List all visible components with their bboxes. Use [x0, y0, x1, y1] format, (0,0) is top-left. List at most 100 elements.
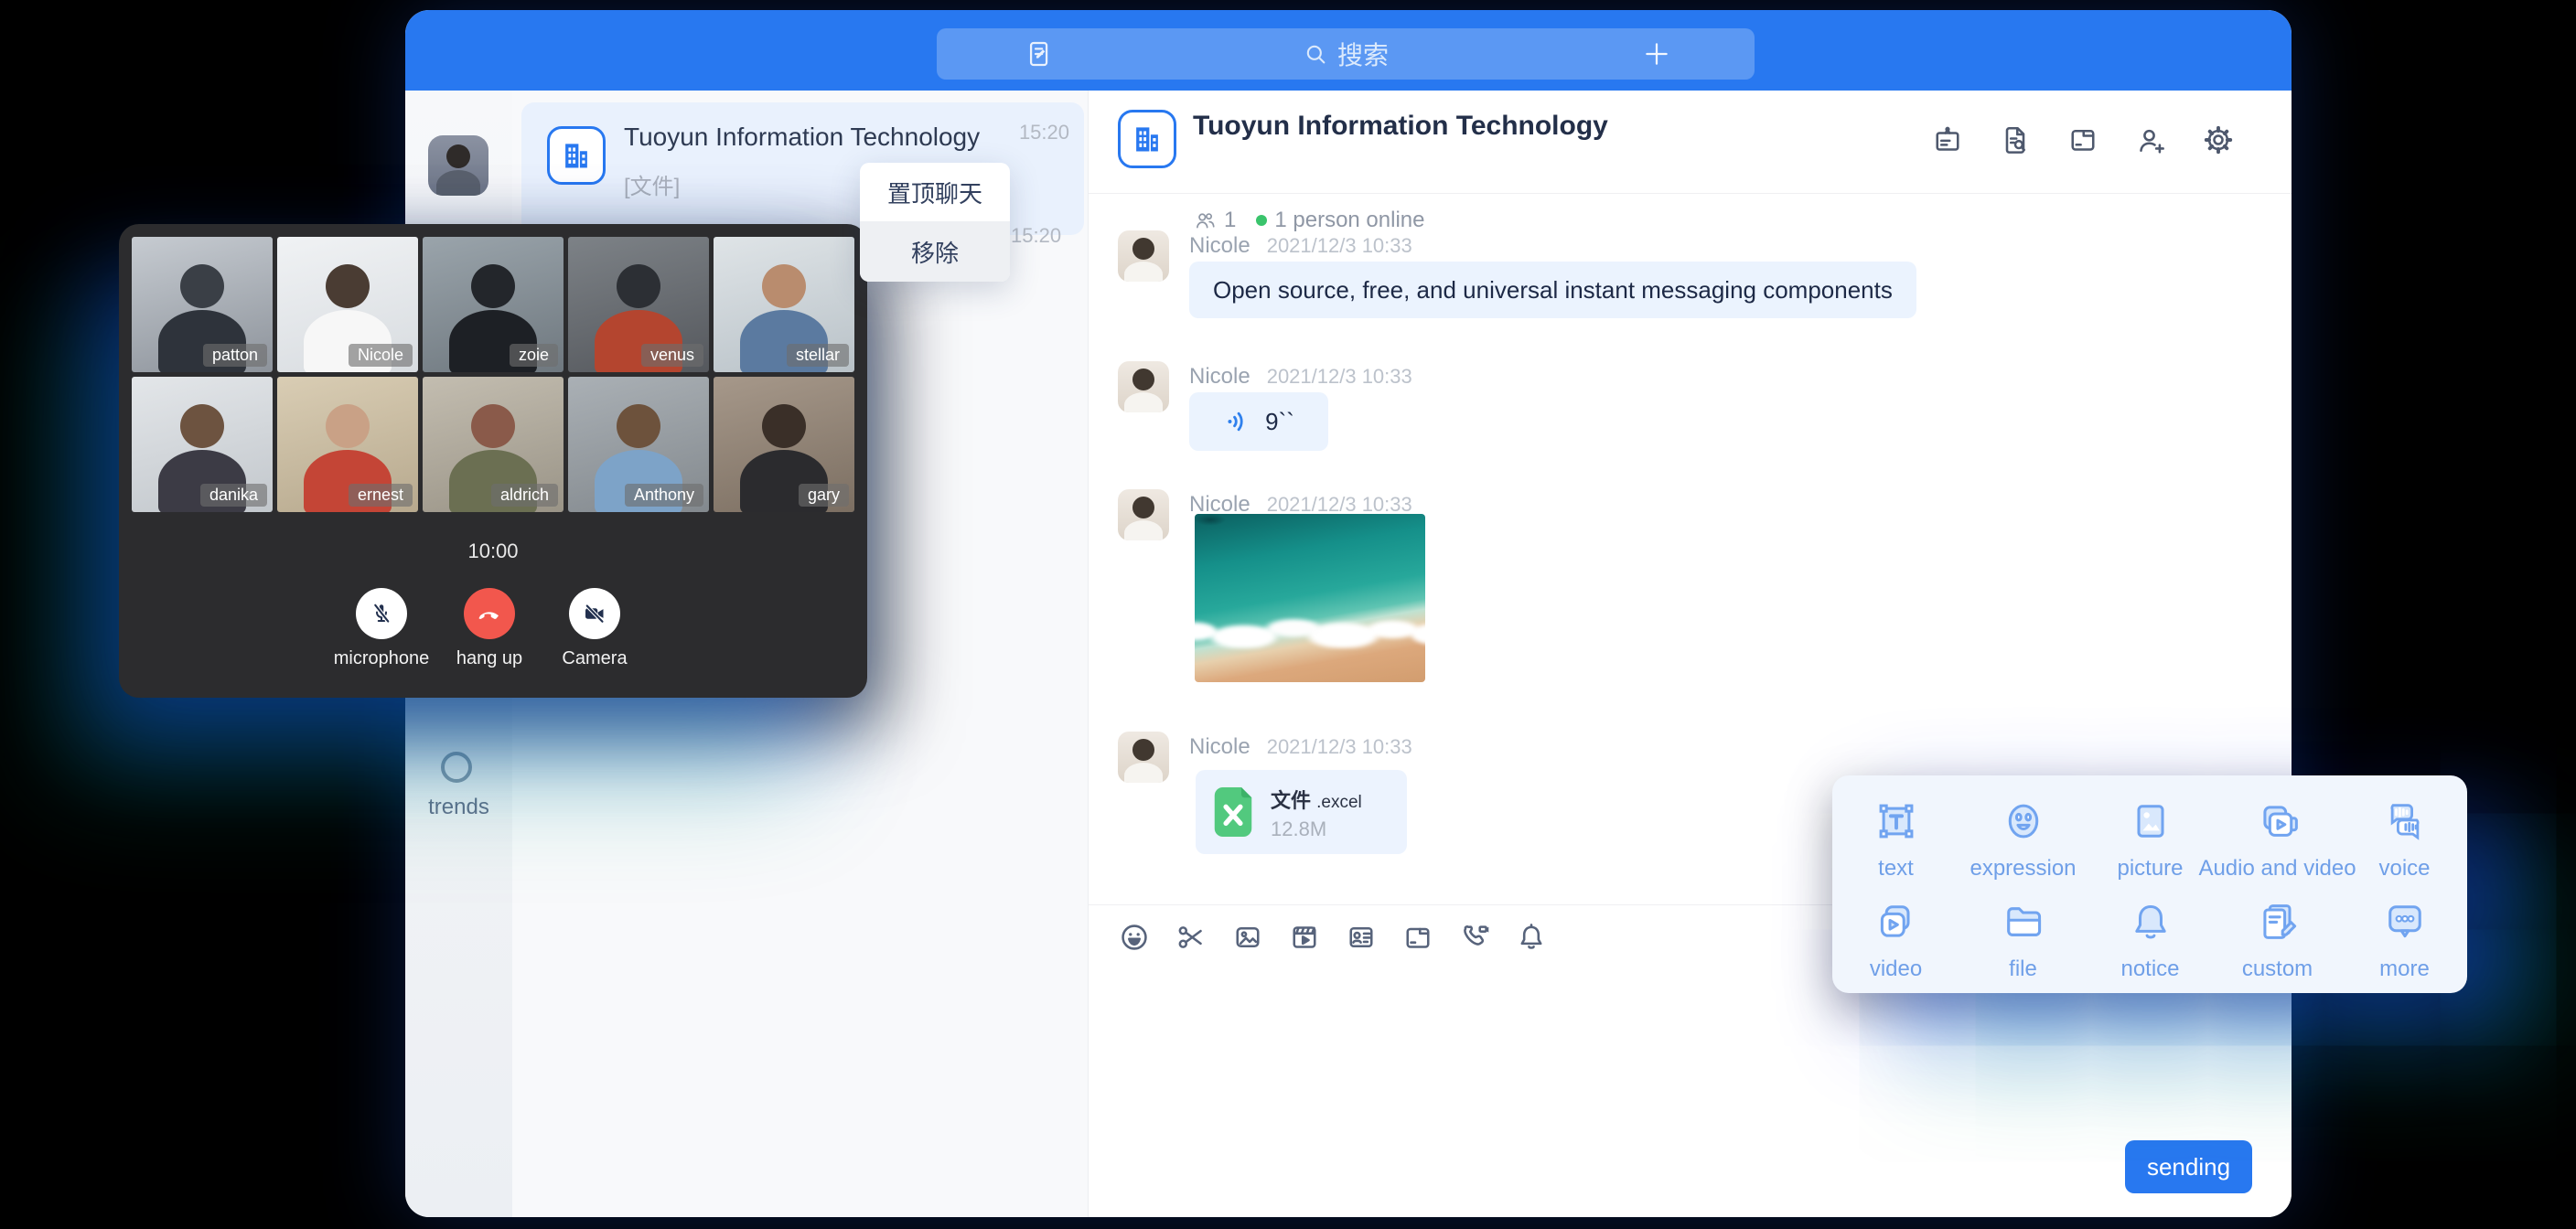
sender-name: Nicole — [1189, 734, 1250, 760]
panel-item-video[interactable]: video — [1832, 898, 1959, 982]
text-icon — [1873, 797, 1920, 845]
online-status: 1 person online — [1274, 208, 1424, 233]
online-dot — [1256, 215, 1267, 226]
video-tile[interactable]: danika — [132, 377, 273, 512]
participant-name: zoie — [510, 344, 558, 367]
image-message-beach[interactable] — [1195, 514, 1425, 682]
header-divider — [1089, 193, 2292, 194]
search-field[interactable]: 搜索 — [937, 28, 1755, 80]
panel-item-audio-video[interactable]: Audio and video — [2214, 797, 2341, 882]
contact-card-icon[interactable] — [1345, 921, 1378, 954]
video-tile[interactable]: aldrich — [423, 377, 564, 512]
top-bar: 搜索 — [405, 10, 2292, 91]
message-time: 2021/12/3 10:33 — [1267, 735, 1412, 759]
microphone-button[interactable] — [356, 588, 407, 639]
panel-item-custom[interactable]: custom — [2214, 898, 2341, 982]
panel-item-picture[interactable]: picture — [2087, 797, 2214, 882]
file-folder-icon[interactable] — [1401, 921, 1434, 954]
message-time: 2021/12/3 10:33 — [1267, 365, 1412, 389]
trends-icon[interactable] — [441, 752, 472, 783]
voice-icon — [2381, 797, 2429, 845]
group-avatar — [547, 126, 606, 185]
folder-icon[interactable] — [2066, 123, 2099, 156]
participant-name: Nicole — [349, 344, 413, 367]
my-avatar[interactable] — [428, 135, 488, 196]
picture-icon[interactable] — [1231, 921, 1264, 954]
call-icon[interactable] — [1458, 921, 1491, 954]
avatar-silhouette — [446, 144, 470, 168]
conversation-last-message: [文件] — [624, 168, 680, 200]
video-tile[interactable]: zoie — [423, 237, 564, 372]
input-toolbar — [1118, 921, 1548, 954]
more-icon — [2381, 898, 2429, 946]
participant-name: Anthony — [625, 484, 703, 507]
emoji-icon[interactable] — [1118, 921, 1151, 954]
hang-up-button[interactable] — [464, 588, 515, 639]
search-bar[interactable]: 搜索 — [937, 28, 1755, 80]
add-member-icon[interactable] — [2134, 123, 2167, 156]
message-time: 2021/12/3 10:33 — [1267, 234, 1412, 258]
sender-name: Nicole — [1189, 233, 1250, 259]
message-meta: Nicole 2021/12/3 10:33 — [1189, 233, 1412, 259]
panel-item-expression[interactable]: expression — [1959, 797, 2087, 882]
sidebar-item-trends[interactable]: trends — [405, 795, 512, 820]
participant-name: venus — [641, 344, 703, 367]
camera-button[interactable] — [569, 588, 620, 639]
panel-item-more[interactable]: more — [2341, 898, 2468, 982]
page-background: 搜索 trends — [0, 0, 2576, 1229]
panel-item-file[interactable]: file — [1959, 898, 2087, 982]
settings-icon[interactable] — [2202, 123, 2235, 156]
call-timer: 10:00 — [119, 540, 867, 563]
excel-file-icon — [1208, 783, 1258, 841]
add-plus-icon[interactable] — [1641, 38, 1672, 69]
search-placeholder: 搜索 — [1337, 36, 1389, 72]
screenshot-scissors-icon[interactable] — [1175, 921, 1208, 954]
members-icon — [1193, 208, 1217, 232]
panel-item-text[interactable]: text — [1832, 797, 1959, 882]
microphone-label: microphone — [334, 648, 430, 669]
menu-item-pin-chat[interactable]: 置顶聊天 — [860, 163, 1010, 221]
video-tile[interactable]: stellar — [714, 237, 854, 372]
hangup-label: hang up — [456, 648, 522, 669]
board-icon[interactable] — [1931, 123, 1964, 156]
participant-name: danika — [200, 484, 267, 507]
hangup-icon — [476, 600, 503, 627]
video-tile[interactable]: gary — [714, 377, 854, 512]
message-sender-avatar[interactable] — [1118, 361, 1169, 412]
message-sender-avatar[interactable] — [1118, 230, 1169, 282]
building-icon — [559, 138, 594, 173]
conversation-2-time: 15:20 — [1011, 224, 1061, 248]
file-name: 文件 .excel — [1271, 785, 1362, 814]
panel-item-voice[interactable]: voice — [2341, 797, 2468, 882]
panel-item-notice[interactable]: notice — [2087, 898, 2214, 982]
camera-label: Camera — [562, 648, 627, 669]
video-tile[interactable]: venus — [568, 237, 709, 372]
member-count: 1 — [1224, 208, 1236, 233]
video-call-panel: patton Nicole zoie venus stellar danika … — [119, 224, 867, 698]
chat-record-search-icon[interactable] — [1999, 123, 2032, 156]
chat-header-group-avatar — [1118, 110, 1176, 168]
participant-name: ernest — [349, 484, 413, 507]
chat-title: Tuoyun Information Technology — [1193, 111, 1608, 142]
video-tile[interactable]: Nicole — [277, 237, 418, 372]
menu-item-remove[interactable]: 移除 — [860, 221, 1010, 282]
picture-icon — [2127, 797, 2174, 845]
audio-video-icon — [2254, 797, 2302, 845]
video-tile[interactable]: Anthony — [568, 377, 709, 512]
conversation-title: Tuoyun Information Technology — [624, 123, 980, 152]
notice-bell-icon[interactable] — [1515, 921, 1548, 954]
file-icon — [2000, 898, 2047, 946]
video-clapper-icon[interactable] — [1288, 921, 1321, 954]
file-message-bubble[interactable]: 文件 .excel 12.8M — [1196, 770, 1407, 854]
participant-name: gary — [799, 484, 849, 507]
chat-subtitle-row: 1 1 person online — [1193, 208, 1424, 233]
video-tile[interactable]: ernest — [277, 377, 418, 512]
send-button[interactable]: sending — [2125, 1140, 2252, 1193]
camera-muted-icon — [581, 600, 608, 627]
text-message-bubble[interactable]: Open source, free, and universal instant… — [1189, 262, 1916, 318]
message-sender-avatar[interactable] — [1118, 489, 1169, 540]
video-tile[interactable]: patton — [132, 237, 273, 372]
message-sender-avatar[interactable] — [1118, 732, 1169, 783]
voice-message-bubble[interactable]: 9`` — [1189, 392, 1328, 451]
message-type-panel: text expression picture — [1832, 775, 2467, 993]
